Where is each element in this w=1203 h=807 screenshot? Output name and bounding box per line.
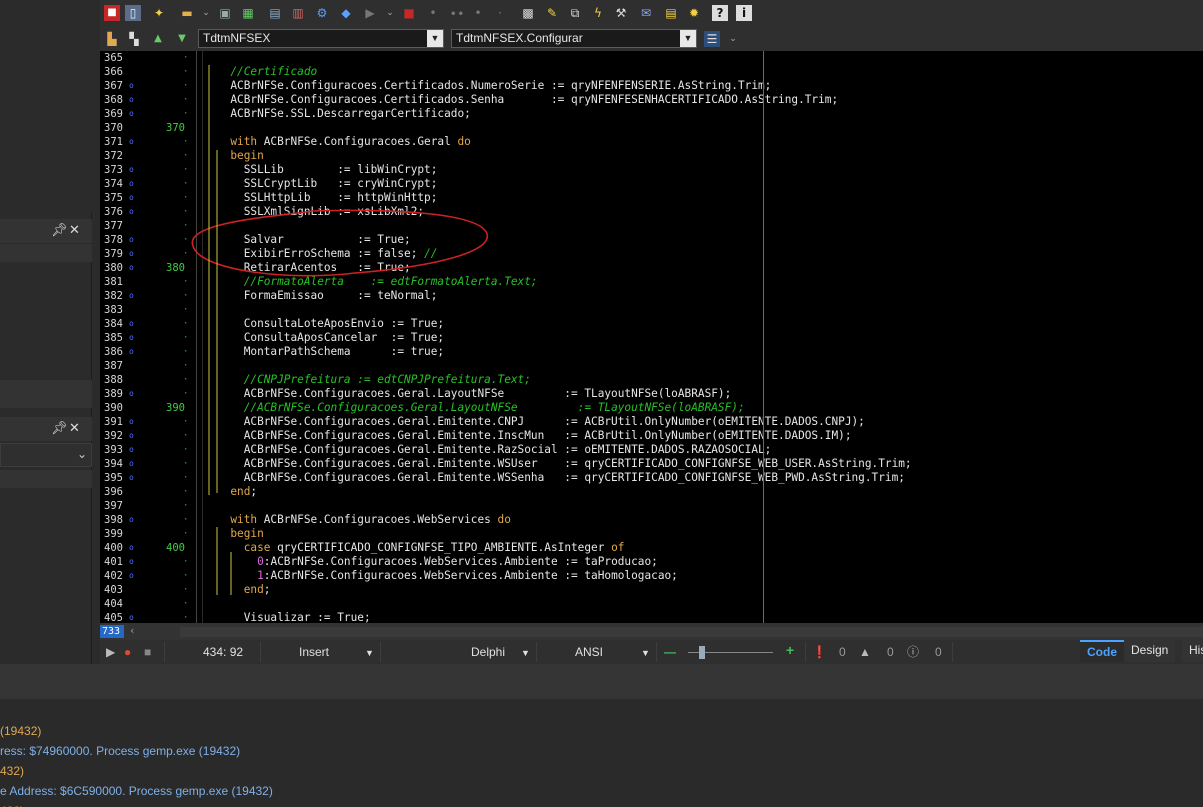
add-unit-icon[interactable]: ▲ — [150, 31, 166, 47]
zoom-slider-thumb[interactable] — [699, 646, 706, 659]
tab-his[interactable]: His — [1182, 640, 1203, 662]
code-editor[interactable]: 365 · 366 · 367 o · 368 o · 369 o · 370 370 371 o · 372 · 37… — [100, 51, 1203, 623]
main-toolbar: ■ ▯ ✦ ▬ ⌄ ▣ ▦ ▤ ▥ ⚙ ◆ ▶ ⌄ ■ • ∙∙ • · ▩ ✎… — [100, 0, 1203, 27]
tools-icon[interactable]: ⚒ — [613, 5, 629, 21]
remove-unit-icon[interactable]: ▼ — [174, 31, 190, 47]
hand-drawn-circle-annotation — [191, 209, 488, 277]
divider — [380, 642, 381, 662]
edit-icon[interactable]: ✎ — [544, 5, 560, 21]
copy-icon[interactable]: ⧉ — [567, 5, 583, 21]
chevron-down-icon[interactable]: ⌄ — [382, 5, 398, 21]
settings-gear-icon[interactable]: ✹ — [686, 5, 702, 21]
stop-icon[interactable]: ■ — [104, 5, 120, 21]
tab-code[interactable]: Code — [1080, 640, 1124, 662]
insert-mode[interactable]: Insert — [299, 645, 329, 659]
build-icon[interactable]: ◆ — [338, 5, 354, 21]
play-macro-icon[interactable]: ▶ — [106, 645, 115, 659]
files-icon[interactable]: ▚ — [126, 31, 142, 47]
help-icon[interactable]: ? — [712, 5, 728, 21]
save-icon[interactable]: ▣ — [217, 5, 233, 21]
save-all-icon[interactable]: ▦ — [240, 5, 256, 21]
cursor-position: 434: 92 — [203, 645, 244, 659]
scroll-left-icon[interactable]: ‹ — [130, 624, 134, 637]
lightning-icon[interactable]: ϟ — [590, 5, 606, 21]
hint-info-icon[interactable]: ⓘ — [907, 645, 919, 659]
record-macro-icon[interactable]: ● — [124, 645, 131, 659]
error-icon[interactable]: ❗ — [812, 645, 827, 659]
stop-macro-icon[interactable]: ■ — [144, 645, 151, 659]
dock-list-header — [0, 470, 92, 488]
message-line[interactable]: 432) — [0, 764, 24, 778]
method-selector[interactable]: TdtmNFSEX.Configurar ▼ — [451, 29, 697, 48]
pin-icon[interactable]: 📌︎ — [51, 422, 68, 436]
stop-debug-icon[interactable]: ■ — [401, 5, 417, 21]
scroll-track[interactable] — [180, 627, 1203, 637]
chevron-down-icon[interactable]: ▼ — [365, 646, 374, 660]
chevron-down-icon[interactable]: ⌄ — [198, 5, 214, 21]
message-line[interactable]: e Address: $6C590000. Process gemp.exe (… — [0, 784, 273, 798]
error-count: 0 — [839, 645, 846, 659]
chevron-down-icon[interactable]: ▼ — [641, 646, 650, 660]
pin-icon[interactable]: 📌︎ — [51, 224, 68, 238]
help-contents-icon[interactable]: ✉ — [638, 5, 654, 21]
chevron-down-icon[interactable]: ⌄ — [725, 31, 741, 47]
run-icon[interactable]: ▶ — [362, 5, 378, 21]
chevron-down-icon: ⌄ — [76, 447, 87, 461]
close-icon[interactable]: ✕ — [69, 224, 80, 238]
zoom-out-icon[interactable]: — — [664, 645, 676, 659]
options-gear-icon[interactable]: ⚙ — [314, 5, 330, 21]
dock-panel-footer — [0, 380, 92, 408]
component-icon[interactable]: ▩ — [520, 5, 536, 21]
zoom-in-icon[interactable]: + — [786, 643, 794, 657]
trace-line-icon[interactable]: • — [470, 5, 486, 21]
info-icon[interactable]: i — [736, 5, 752, 21]
trace-into-icon[interactable]: ∙∙ — [449, 5, 465, 21]
editor-status-bar: ▶ ● ■ 434: 92 Insert ▼ Delphi ▼ ANSI ▼ —… — [100, 640, 1203, 664]
messages-panel-header — [0, 664, 1203, 699]
chevron-down-icon[interactable]: ▼ — [680, 30, 696, 47]
open-folder-icon[interactable]: ▬ — [179, 5, 195, 21]
structure-view-icon[interactable]: ☰ — [704, 31, 720, 47]
close-project-icon[interactable]: ▥ — [290, 5, 306, 21]
divider — [536, 642, 537, 662]
hint-count: 0 — [935, 645, 942, 659]
method-selector-value: TdtmNFSEX.Configurar — [456, 31, 583, 45]
notes-icon[interactable]: ▤ — [663, 5, 679, 21]
editor-horizontal-scrollbar[interactable]: 733 ‹ — [100, 623, 1203, 640]
message-line[interactable]: ress: $74960000. Process gemp.exe (19432… — [0, 744, 240, 758]
unit-selector[interactable]: TdtmNFSEX ▼ — [198, 29, 444, 48]
new-form-icon[interactable]: ▯ — [125, 5, 141, 21]
divider — [805, 642, 806, 662]
uses-icon[interactable]: ▙ — [104, 31, 120, 47]
language-mode[interactable]: Delphi — [471, 645, 505, 659]
dock-area-top — [0, 0, 92, 212]
dock-dropdown[interactable]: ⌄ — [0, 443, 92, 467]
divider — [656, 642, 657, 662]
close-icon[interactable]: ✕ — [69, 422, 80, 436]
warning-icon[interactable]: ▲ — [859, 645, 871, 659]
new-item-icon[interactable]: ✦ — [151, 5, 167, 21]
run-to-cursor-icon[interactable]: · — [492, 5, 508, 21]
step-over-icon[interactable]: • — [425, 5, 441, 21]
tab-design[interactable]: Design — [1124, 640, 1176, 662]
divider — [260, 642, 261, 662]
annotation-overlay — [191, 65, 488, 595]
line-count-indicator: 733 — [100, 625, 124, 638]
unit-selector-value: TdtmNFSEX — [203, 31, 271, 45]
dock-panel-header — [0, 244, 92, 262]
ide-window: 📌︎ ✕ 📌︎ ✕ ⌄ ■ ▯ ✦ ▬ ⌄ ▣ ▦ ▤ ▥ ⚙ ◆ ▶ ⌄ ■ … — [0, 0, 1203, 807]
divider — [952, 642, 953, 662]
messages-panel: (19432) ress: $74960000. Process gemp.exe… — [0, 699, 1203, 807]
warning-count: 0 — [887, 645, 894, 659]
left-dock-panel: 📌︎ ✕ 📌︎ ✕ ⌄ — [0, 0, 92, 664]
chevron-down-icon[interactable]: ▼ — [427, 30, 443, 47]
structural-highlight-lines — [208, 65, 232, 595]
message-line[interactable]: (19432) — [0, 724, 41, 738]
chevron-down-icon[interactable]: ▼ — [521, 646, 530, 660]
open-project-icon[interactable]: ▤ — [267, 5, 283, 21]
encoding[interactable]: ANSI — [575, 645, 603, 659]
divider — [164, 642, 165, 662]
